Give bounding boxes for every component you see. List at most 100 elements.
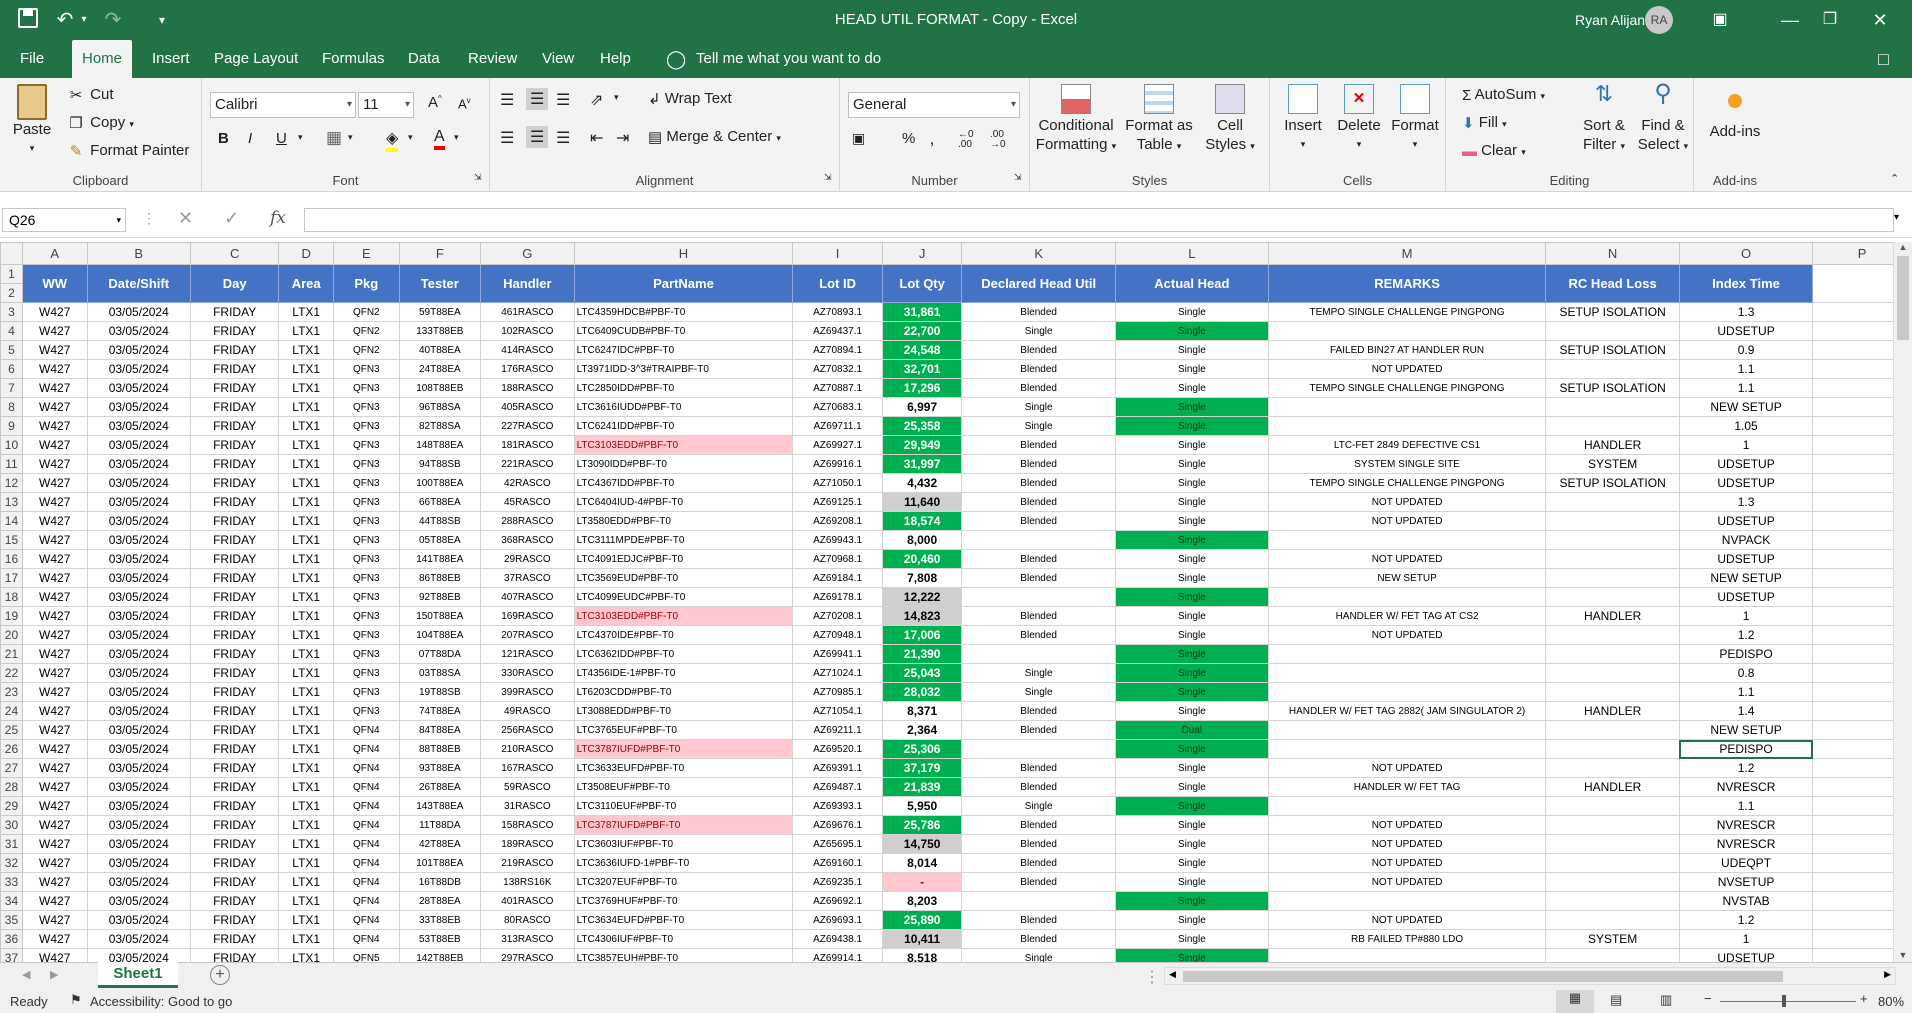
align-right-icon[interactable]: ☰: [556, 128, 570, 148]
rc-head-loss-cell[interactable]: HANDLER: [1545, 435, 1680, 455]
index-time-cell[interactable]: 1.3: [1678, 492, 1814, 512]
date-cell[interactable]: 03/05/2024: [86, 606, 191, 626]
declared-head-util-cell[interactable]: Blended: [961, 701, 1116, 721]
lot-id-cell[interactable]: AZ65695.1: [792, 834, 883, 854]
tester-cell[interactable]: 100T88EA: [398, 473, 482, 493]
prev-sheet-icon[interactable]: ◀: [22, 968, 30, 981]
area-cell[interactable]: LTX1: [278, 473, 335, 493]
tester-cell[interactable]: 07T88DA: [398, 644, 482, 664]
handler-cell[interactable]: 313RASCO: [480, 929, 575, 949]
index-time-cell[interactable]: 1.4: [1678, 701, 1814, 721]
top-align-icon[interactable]: ☰: [500, 90, 514, 110]
partname-cell[interactable]: LTC3103EDD#PBF-T0: [573, 435, 794, 455]
actual-head-cell[interactable]: Single: [1114, 587, 1269, 607]
handler-cell[interactable]: 188RASCO: [480, 378, 575, 398]
undo-dropdown-icon[interactable]: ▾: [78, 0, 90, 40]
lot-qty-cell[interactable]: 24,548: [881, 340, 963, 360]
header-ww[interactable]: WW: [21, 264, 88, 303]
index-time-cell[interactable]: 1.05: [1678, 416, 1814, 436]
lot-id-cell[interactable]: AZ69184.1: [792, 568, 883, 588]
column-header-o[interactable]: O: [1678, 242, 1814, 265]
tester-cell[interactable]: 101T88EA: [398, 853, 482, 873]
lot-id-cell[interactable]: AZ69487.1: [792, 777, 883, 797]
handler-cell[interactable]: 176RASCO: [480, 359, 575, 379]
remarks-cell[interactable]: [1267, 891, 1547, 911]
pkg-cell[interactable]: QFN4: [333, 777, 400, 797]
date-cell[interactable]: 03/05/2024: [86, 302, 191, 322]
date-cell[interactable]: 03/05/2024: [86, 929, 191, 949]
day-cell[interactable]: FRIDAY: [189, 435, 280, 455]
partname-cell[interactable]: LTC3207EUF#PBF-T0: [573, 872, 794, 892]
lot-qty-cell[interactable]: 25,358: [881, 416, 963, 436]
pkg-cell[interactable]: QFN3: [333, 701, 400, 721]
align-left-icon[interactable]: ☰: [500, 128, 514, 148]
remarks-cell[interactable]: NOT UPDATED: [1267, 853, 1547, 873]
column-header-m[interactable]: M: [1267, 242, 1547, 265]
pkg-cell[interactable]: QFN3: [333, 568, 400, 588]
declared-head-util-cell[interactable]: Blended: [961, 625, 1116, 645]
insert-function-icon[interactable]: fx: [270, 208, 286, 228]
partname-cell[interactable]: LT3090IDD#PBF-T0: [573, 454, 794, 474]
declared-head-util-cell[interactable]: Blended: [961, 853, 1116, 873]
date-cell[interactable]: 03/05/2024: [86, 777, 191, 797]
index-time-cell[interactable]: 1: [1678, 929, 1814, 949]
rc-head-loss-cell[interactable]: [1545, 758, 1680, 778]
remarks-cell[interactable]: NOT UPDATED: [1267, 758, 1547, 778]
index-time-cell[interactable]: 0.9: [1678, 340, 1814, 360]
underline-button[interactable]: U: [276, 130, 287, 147]
tester-cell[interactable]: 24T88EA: [398, 359, 482, 379]
ww-cell[interactable]: W427: [21, 321, 88, 341]
lot-qty-cell[interactable]: 28,032: [881, 682, 963, 702]
day-cell[interactable]: FRIDAY: [189, 739, 280, 759]
row-header[interactable]: 26: [0, 739, 23, 759]
lot-qty-cell[interactable]: 8,518: [881, 948, 963, 962]
column-header-k[interactable]: K: [961, 242, 1116, 265]
partname-cell[interactable]: LT3580EDD#PBF-T0: [573, 511, 794, 531]
lot-id-cell[interactable]: AZ69208.1: [792, 511, 883, 531]
day-cell[interactable]: FRIDAY: [189, 416, 280, 436]
ww-cell[interactable]: W427: [21, 568, 88, 588]
avatar[interactable]: RA: [1645, 6, 1673, 34]
column-header-e[interactable]: E: [333, 242, 400, 265]
tester-cell[interactable]: 03T88SA: [398, 663, 482, 683]
tester-cell[interactable]: 11T88DA: [398, 815, 482, 835]
ww-cell[interactable]: W427: [21, 454, 88, 474]
lot-qty-cell[interactable]: 21,390: [881, 644, 963, 664]
tab-view[interactable]: View: [532, 40, 584, 78]
pkg-cell[interactable]: QFN3: [333, 492, 400, 512]
lot-id-cell[interactable]: AZ69391.1: [792, 758, 883, 778]
lot-qty-cell[interactable]: 14,750: [881, 834, 963, 854]
ww-cell[interactable]: W427: [21, 606, 88, 626]
row-header[interactable]: 11: [0, 454, 23, 474]
day-cell[interactable]: FRIDAY: [189, 625, 280, 645]
rc-head-loss-cell[interactable]: HANDLER: [1545, 777, 1680, 797]
tester-cell[interactable]: 40T88EA: [398, 340, 482, 360]
area-cell[interactable]: LTX1: [278, 663, 335, 683]
index-time-cell[interactable]: 1.1: [1678, 796, 1814, 816]
row-header-1-2[interactable]: 12: [0, 264, 23, 303]
ww-cell[interactable]: W427: [21, 910, 88, 930]
area-cell[interactable]: LTX1: [278, 929, 335, 949]
customize-icon[interactable]: ▾: [152, 0, 172, 40]
column-header-l[interactable]: L: [1114, 242, 1269, 265]
pkg-cell[interactable]: QFN3: [333, 435, 400, 455]
header-rc-head-loss[interactable]: RC Head Loss: [1545, 264, 1680, 303]
partname-cell[interactable]: LTC6241IDD#PBF-T0: [573, 416, 794, 436]
area-cell[interactable]: LTX1: [278, 644, 335, 664]
ww-cell[interactable]: W427: [21, 739, 88, 759]
rc-head-loss-cell[interactable]: [1545, 891, 1680, 911]
pkg-cell[interactable]: QFN3: [333, 378, 400, 398]
partname-cell[interactable]: LTC6409CUDB#PBF-T0: [573, 321, 794, 341]
rc-head-loss-cell[interactable]: SETUP ISOLATION: [1545, 473, 1680, 493]
rc-head-loss-cell[interactable]: [1545, 644, 1680, 664]
tester-cell[interactable]: 84T88EA: [398, 720, 482, 740]
rc-head-loss-cell[interactable]: [1545, 796, 1680, 816]
partname-cell[interactable]: LTC6404IUD-4#PBF-T0: [573, 492, 794, 512]
remarks-cell[interactable]: [1267, 720, 1547, 740]
day-cell[interactable]: FRIDAY: [189, 644, 280, 664]
rc-head-loss-cell[interactable]: SYSTEM: [1545, 454, 1680, 474]
day-cell[interactable]: FRIDAY: [189, 910, 280, 930]
zoom-level[interactable]: 80%: [1878, 994, 1904, 1009]
rc-head-loss-cell[interactable]: [1545, 663, 1680, 683]
remarks-cell[interactable]: TEMPO SINGLE CHALLENGE PINGPONG: [1267, 378, 1547, 398]
